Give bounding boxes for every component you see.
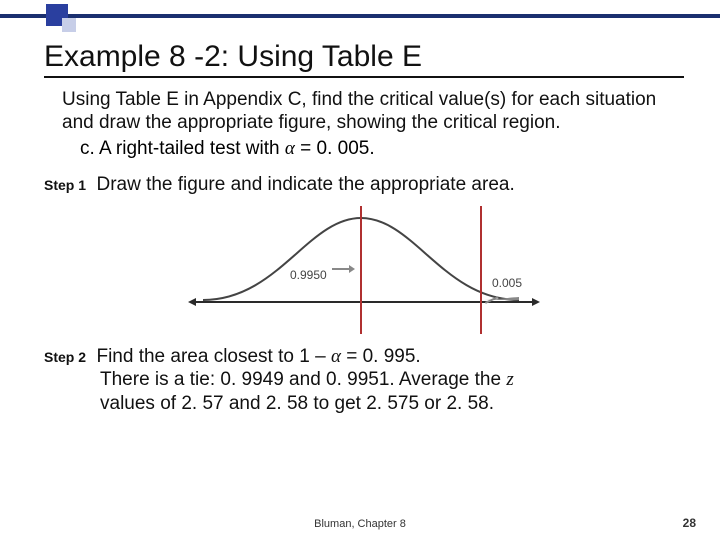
page-number: 28	[683, 516, 696, 530]
step-2: Step 2 Find the area closest to 1 – α = …	[44, 346, 684, 414]
step-2-line2: There is a tie: 0. 9949 and 0. 9951. Ave…	[100, 368, 680, 391]
step-1-text: Draw the figure and indicate the appropr…	[96, 174, 514, 195]
slide-content: Example 8 -2: Using Table E Using Table …	[44, 40, 684, 415]
subc-suffix: = 0. 005.	[295, 138, 375, 159]
step-2-label: Step 2	[44, 349, 86, 365]
alpha-symbol: α	[285, 138, 295, 159]
step2-line1a: Find the area closest to 1 –	[96, 346, 330, 367]
x-axis	[194, 301, 534, 303]
normal-curve-svg	[198, 212, 528, 304]
page-title: Example 8 -2: Using Table E	[44, 40, 684, 78]
footer-text: Bluman, Chapter 8	[0, 518, 720, 530]
z-symbol: z	[506, 369, 513, 390]
center-line	[360, 206, 362, 334]
normal-curve-figure: 0.9950 0.005	[184, 206, 544, 336]
header-square-small	[62, 18, 76, 32]
subc-prefix: c. A right-tailed test with	[80, 138, 285, 159]
step-1: Step 1 Draw the figure and indicate the …	[44, 174, 684, 196]
left-area-label: 0.9950	[290, 268, 327, 282]
header-rule	[0, 14, 720, 18]
step-2-line3: values of 2. 57 and 2. 58 to get 2. 575 …	[100, 392, 680, 415]
left-pointer	[332, 268, 350, 270]
step-2-line1: Find the area closest to 1 – α = 0. 995.	[96, 346, 420, 367]
alpha-symbol-2: α	[331, 346, 341, 367]
right-area-label: 0.005	[492, 276, 522, 290]
sub-item-c: c. A right-tailed test with α = 0. 005.	[80, 138, 684, 160]
critical-line	[480, 206, 482, 334]
step-1-label: Step 1	[44, 177, 86, 193]
intro-paragraph: Using Table E in Appendix C, find the cr…	[62, 88, 662, 134]
step2-line2a: There is a tie: 0. 9949 and 0. 9951. Ave…	[100, 369, 506, 390]
step2-line1b: = 0. 995.	[341, 346, 421, 367]
